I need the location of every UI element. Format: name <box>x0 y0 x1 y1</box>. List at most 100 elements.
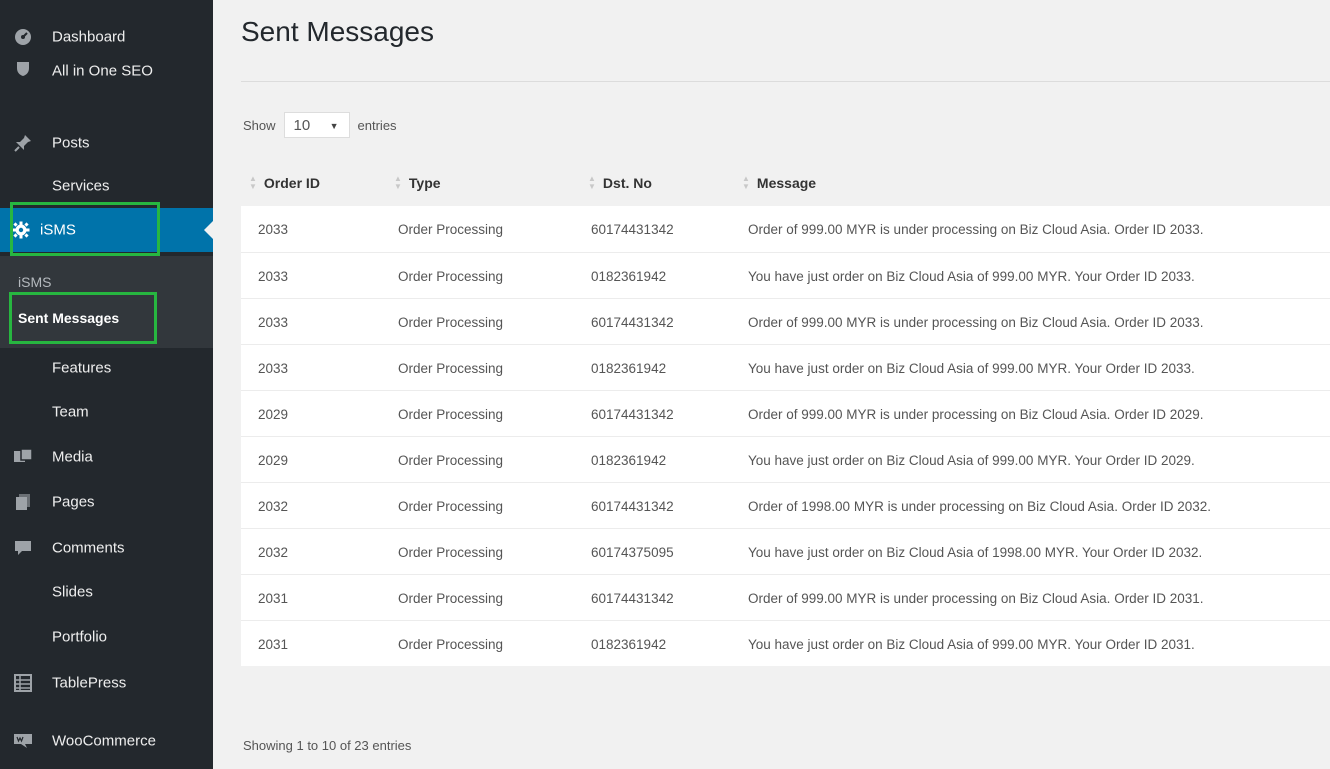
admin-sidebar: Dashboard All in One SEO Posts Services … <box>0 0 213 769</box>
sidebar-item-portfolio[interactable]: Portfolio <box>0 615 213 659</box>
cell-dst-no: 60174431342 <box>591 406 674 422</box>
cell-order-id: 2031 <box>258 590 289 606</box>
table-row: 2032 Order Processing 60174431342 Order of … <box>241 482 1330 528</box>
cell-dst-no: 60174431342 <box>591 221 674 237</box>
cell-message: Order of 999.00 MYR is under processing … <box>748 221 1204 237</box>
dashboard-icon <box>12 27 34 47</box>
sidebar-item-label: Slides <box>52 583 93 601</box>
cell-order-id: 2033 <box>258 268 289 284</box>
messages-table: ▲ ▼ Order ID ▲ ▼ Type ▲ ▼ Dst. No ▲ ▼ Messag… <box>241 160 1330 666</box>
cell-order-id: 2029 <box>258 452 289 468</box>
column-header-message[interactable]: ▲ ▼ Message <box>742 160 816 206</box>
cell-type: Order Processing <box>398 590 504 606</box>
sidebar-item-label: Posts <box>52 134 90 152</box>
sidebar-item-label: Pages <box>52 493 95 511</box>
cell-type: Order Processing <box>398 498 504 514</box>
pages-icon <box>12 492 34 512</box>
cell-dst-no: 0182361942 <box>591 452 667 468</box>
cell-type: Order Processing <box>398 360 504 376</box>
comment-icon <box>12 538 34 558</box>
column-header-order-id[interactable]: ▲ ▼ Order ID <box>249 160 320 206</box>
cell-type: Order Processing <box>398 636 504 652</box>
sidebar-item-label: Services <box>52 177 110 195</box>
shield-icon <box>12 59 34 79</box>
table-info: Showing 1 to 10 of 23 entries <box>243 738 412 753</box>
cell-type: Order Processing <box>398 452 504 468</box>
table-row: 2033 Order Processing 0182361942 You have j… <box>241 252 1330 298</box>
sidebar-item-team[interactable]: Team <box>0 390 213 434</box>
cell-order-id: 2033 <box>258 314 289 330</box>
column-header-label: Dst. No <box>602 175 652 191</box>
sidebar-item-label: WooCommerce <box>52 732 156 750</box>
media-icon <box>12 447 34 467</box>
entries-per-page-value: 10 <box>293 116 311 134</box>
table-row: 2029 Order Processing 0182361942 You have j… <box>241 436 1330 482</box>
woo-icon <box>12 731 34 751</box>
cell-order-id: 2031 <box>258 636 289 652</box>
cell-message: Order of 999.00 MYR is under processing … <box>748 590 1204 606</box>
entries-length-control: Show 10 ▼ entries <box>243 112 397 138</box>
sort-icon: ▲ ▼ <box>742 174 750 191</box>
cell-message: Order of 999.00 MYR is under processing … <box>748 314 1204 330</box>
pin-icon <box>12 133 34 153</box>
cell-message: You have just order on Biz Cloud Asia of… <box>748 544 1203 560</box>
table-row: 2033 Order Processing 60174431342 Order of … <box>241 206 1330 252</box>
cell-order-id: 2033 <box>258 221 289 237</box>
sidebar-item-label: All in One SEO <box>52 62 153 80</box>
cell-message: Order of 999.00 MYR is under processing … <box>748 406 1204 422</box>
sidebar-item-label: Comments <box>52 539 125 557</box>
sidebar-item-label: TablePress <box>52 674 127 692</box>
sidebar-item-posts[interactable]: Posts <box>0 121 213 165</box>
cell-message: You have just order on Biz Cloud Asia of… <box>748 268 1195 284</box>
sidebar-item-slides[interactable]: Slides <box>0 570 213 614</box>
cell-type: Order Processing <box>398 406 504 422</box>
entries-per-page-select[interactable]: 10 ▼ <box>283 112 350 138</box>
sidebar-item-media[interactable]: Media <box>0 435 213 479</box>
highlight-box-sent-messages <box>9 292 157 344</box>
sidebar-item-tablepress[interactable]: TablePress <box>0 661 213 705</box>
sort-icon: ▲ ▼ <box>249 174 257 191</box>
cell-type: Order Processing <box>398 268 504 284</box>
cell-order-id: 2029 <box>258 406 289 422</box>
table-row: 2029 Order Processing 60174431342 Order of … <box>241 390 1330 436</box>
cell-message: Order of 1998.00 MYR is under processing… <box>748 498 1211 514</box>
column-header-type[interactable]: ▲ ▼ Type <box>394 160 441 206</box>
active-indicator <box>204 221 213 239</box>
caret-down-icon: ▼ <box>329 121 339 131</box>
cell-order-id: 2033 <box>258 360 289 376</box>
entries-label: entries <box>357 117 397 133</box>
sidebar-item-woocommerce[interactable]: WooCommerce <box>0 719 213 763</box>
cell-type: Order Processing <box>398 544 504 560</box>
cell-dst-no: 60174431342 <box>591 590 674 606</box>
column-header-label: Order ID <box>263 175 320 191</box>
column-header-dst-no[interactable]: ▲ ▼ Dst. No <box>588 160 652 206</box>
cell-dst-no: 60174431342 <box>591 314 674 330</box>
sort-icon: ▲ ▼ <box>588 174 596 191</box>
sidebar-item-features[interactable]: Features <box>0 346 213 390</box>
sidebar-item-all-in-one-seo[interactable]: All in One SEO <box>0 57 213 95</box>
show-label: Show <box>243 117 276 133</box>
sidebar-item-label: Portfolio <box>52 628 108 646</box>
table-row: 2033 Order Processing 0182361942 You have j… <box>241 344 1330 390</box>
sidebar-item-dashboard[interactable]: Dashboard <box>0 15 213 59</box>
sidebar-item-pages[interactable]: Pages <box>0 480 213 524</box>
cell-dst-no: 0182361942 <box>591 268 667 284</box>
table-row: 2032 Order Processing 60174375095 You have … <box>241 528 1330 574</box>
table-header: ▲ ▼ Order ID ▲ ▼ Type ▲ ▼ Dst. No ▲ ▼ Messag… <box>241 160 1330 206</box>
cell-dst-no: 60174431342 <box>591 498 674 514</box>
cell-type: Order Processing <box>398 221 504 237</box>
sidebar-item-comments[interactable]: Comments <box>0 526 213 570</box>
cell-dst-no: 0182361942 <box>591 360 667 376</box>
page-title: Sent Messages <box>241 16 434 47</box>
cell-order-id: 2032 <box>258 498 289 514</box>
sidebar-item-label: Team <box>52 403 89 421</box>
cell-message: You have just order on Biz Cloud Asia of… <box>748 636 1195 652</box>
column-header-label: Message <box>756 175 817 191</box>
table-body: 2033 Order Processing 60174431342 Order of … <box>241 206 1330 666</box>
submenu-item-isms[interactable]: iSMS <box>18 274 51 290</box>
cell-type: Order Processing <box>398 314 504 330</box>
sidebar-item-label: Dashboard <box>52 28 126 46</box>
sidebar-item-label: Media <box>52 448 93 466</box>
cell-dst-no: 60174375095 <box>591 544 674 560</box>
highlight-box-isms <box>10 202 160 256</box>
